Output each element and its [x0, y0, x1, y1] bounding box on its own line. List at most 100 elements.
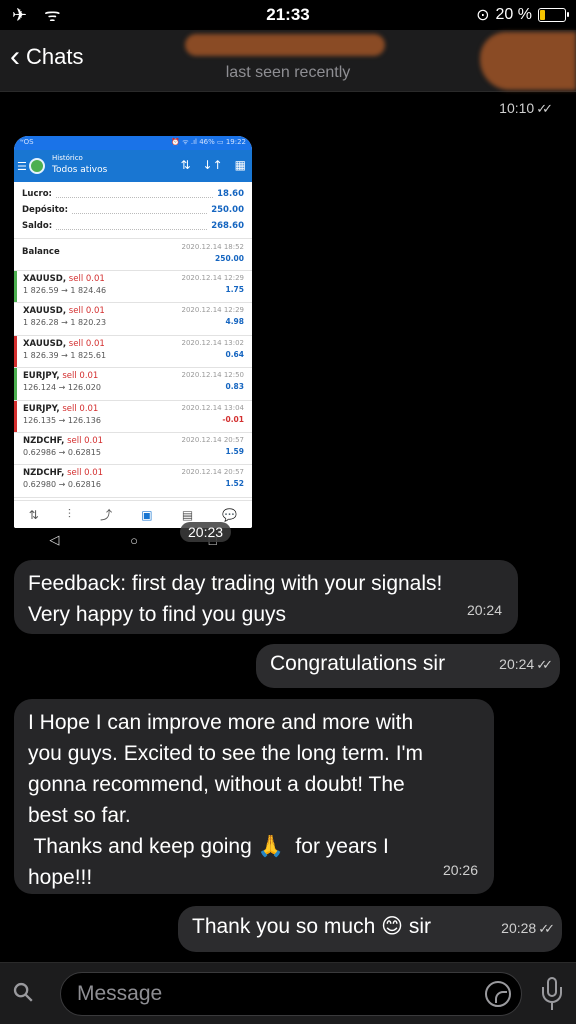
message-bubble-outgoing[interactable]: Thank you so much 😊 sir 20:28 ✓✓: [178, 906, 562, 952]
trade-profit: 1.59: [225, 446, 244, 456]
trade-side: sell 0.01: [62, 403, 99, 414]
message-bubble-incoming[interactable]: Feedback: first day trading with your si…: [14, 560, 518, 634]
trade-right: 2020.12.14 12:29 1.75: [182, 274, 244, 302]
dotted-leader: [72, 206, 208, 214]
message-field[interactable]: [60, 972, 522, 1016]
message-text: Thank you so much 😊 sir: [192, 911, 548, 942]
trade-row: XAUUSD, sell 0.01 1 826.28 → 1 820.23 2020…: [14, 303, 252, 336]
trade-status-bar: [14, 432, 17, 465]
trade-right: 2020.12.14 20:57 1.52: [182, 468, 244, 496]
trade-row: XAUUSD, sell 0.01 1 826.59 → 1 824.46 2020…: [14, 271, 252, 304]
photo-message[interactable]: ʷOS ⏰ ᯤ .ıl 46% ▭ 19:22 ☰ Histórico Todo…: [14, 136, 252, 528]
trade-date: 2020.12.14 13:02: [181, 338, 244, 347]
trade-symbol: EURJPY,: [23, 371, 60, 382]
trade-row: NZDCHF, sell 0.01 0.62980 → 0.62816 2020.1…: [14, 465, 252, 498]
message-time: 20:28 ✓✓: [501, 913, 555, 944]
message-line: Very happy to find you guys: [28, 603, 286, 626]
summary-row: Lucro: 18.60: [22, 186, 244, 202]
trade-left: EURJPY, sell 0.01 126.124 → 126.020: [23, 371, 101, 399]
trade-status-bar: [14, 368, 17, 400]
composer-bar: ⚲: [0, 962, 576, 1024]
trade-profit: 1.52: [225, 479, 244, 489]
message-time: 20:26: [442, 862, 478, 878]
microphone-icon[interactable]: [542, 977, 562, 1011]
chart-icon: ⫶: [67, 507, 71, 521]
photo-toolbar-icons: ⇅ ↓↑ ▦: [180, 158, 246, 172]
message-bubble-incoming[interactable]: I Hope I can improve more and more with y…: [14, 699, 494, 894]
currency-sort-icon: ⇅: [180, 158, 191, 172]
trade-symbol: NZDCHF,: [23, 468, 65, 479]
account-summary: Lucro: 18.60 Depósito: 250.00 Saldo: 268.60: [14, 182, 252, 239]
redacted-contact-name[interactable]: [185, 34, 385, 56]
message-line: I Hope I can improve more and more with: [28, 711, 414, 734]
summary-value: 18.60: [217, 189, 244, 199]
trade-symbol: EURJPY,: [23, 403, 60, 414]
trade-status-bar: [14, 303, 17, 335]
quotes-icon: ⇅: [28, 507, 39, 522]
trade-date: 2020.12.14 20:57: [181, 468, 244, 477]
balance-label: Balance: [22, 247, 60, 257]
trade-side: sell 0.01: [68, 338, 105, 349]
read-checks-icon: ✓✓: [538, 921, 555, 936]
read-checks-icon: ✓✓: [536, 657, 553, 672]
trade-prices: 126.124 → 126.020: [23, 383, 101, 393]
message-input[interactable]: [77, 979, 457, 1009]
trade-row: NZDCHF, sell 0.01 0.62986 → 0.62815 2020.1…: [14, 432, 252, 466]
trade-date: 2020.12.14 12:29: [181, 306, 244, 315]
trade-left: NZDCHF, sell 0.01 0.62980 → 0.62816: [23, 468, 103, 496]
message-time: 10:10 ✓✓: [499, 100, 553, 117]
mic-stem: [551, 1003, 553, 1010]
photo-time: 20:23: [180, 522, 232, 542]
history-icon: ▣: [141, 507, 153, 522]
trade-left: NZDCHF, sell 0.01 0.62986 → 0.62815: [23, 436, 103, 464]
trade-status-bar: [14, 335, 17, 368]
home-circle-icon: ○: [130, 532, 138, 548]
status-bar: ✈ ᯤ 21:33 ⊙ 20 %: [0, 0, 576, 30]
trade-prices: 1 826.59 → 1 824.46: [23, 286, 107, 295]
trade-left: XAUUSD, sell 0.01 1 826.28 → 1 820.23: [23, 306, 106, 334]
news-icon: ▤: [181, 507, 194, 522]
trade-date: 2020.12.14 12:29: [181, 274, 244, 282]
message-bubble-outgoing[interactable]: Congratulations sir 20:24 ✓✓: [256, 644, 560, 688]
trade-date: 2020.12.14 13:04: [181, 403, 244, 412]
trade-profit: 0.64: [225, 349, 244, 359]
message-line: hope!!!: [28, 866, 93, 889]
message-line: you guys. Excited to see the long term. …: [28, 742, 424, 765]
status-right: ⊙ 20 %: [476, 5, 569, 25]
rotation-lock-icon: ⊙: [476, 7, 490, 24]
trade-side: sell 0.01: [67, 468, 104, 479]
balance-right: 2020.12.14 18:52 250.00: [182, 243, 244, 266]
photo-status-bar: ʷOS ⏰ ᯤ .ıl 46% ▭ 19:22: [14, 136, 252, 150]
message-time-text: 10:10: [499, 100, 535, 116]
sticker-icon[interactable]: [485, 981, 511, 1007]
avatar[interactable]: [480, 32, 576, 90]
chat-header: ‹ Chats last seen recently: [0, 30, 576, 92]
calendar-icon: ▦: [234, 158, 246, 172]
menu-icon: ☰: [17, 160, 27, 173]
battery-percent: 20 %: [495, 6, 532, 23]
trade-status-bar: [14, 465, 17, 497]
trade-left: EURJPY, sell 0.01 126.135 → 126.136: [23, 404, 101, 432]
trade-date: 2020.12.14 12:50: [181, 371, 244, 380]
message-line: Thanks and keep going 🙏 for years I: [28, 835, 389, 858]
trade-profit: 1.75: [225, 285, 244, 294]
message-line: Feedback: first day trading with your si…: [28, 572, 443, 595]
trade-symbol: XAUUSD,: [23, 274, 67, 284]
summary-label: Depósito:: [22, 205, 69, 215]
trade-icon: ⤴: [100, 508, 113, 522]
photo-status-left: ʷOS: [20, 138, 34, 146]
message-time-text: 20:24: [499, 656, 535, 672]
trade-profit: 4.98: [225, 317, 244, 327]
battery-icon: [538, 8, 569, 22]
photo-status-right: ⏰ ᯤ .ıl 46% ▭ 19:22: [171, 138, 246, 146]
message-time-text: 20:28: [501, 920, 537, 936]
trade-row: EURJPY, sell 0.01 126.124 → 126.020 2020.1…: [14, 368, 252, 401]
trade-symbol: NZDCHF,: [23, 435, 65, 446]
trade-profit: 0.83: [225, 382, 244, 392]
attach-icon[interactable]: ⚲: [6, 975, 41, 1010]
sort-icon: ↓↑: [202, 158, 223, 172]
trade-left: XAUUSD, sell 0.01 1 826.59 → 1 824.46: [23, 274, 106, 302]
dotted-leader: [55, 190, 214, 198]
trade-right: 2020.12.14 13:02 0.64: [182, 339, 244, 367]
read-checks-icon: ✓✓: [536, 101, 553, 116]
